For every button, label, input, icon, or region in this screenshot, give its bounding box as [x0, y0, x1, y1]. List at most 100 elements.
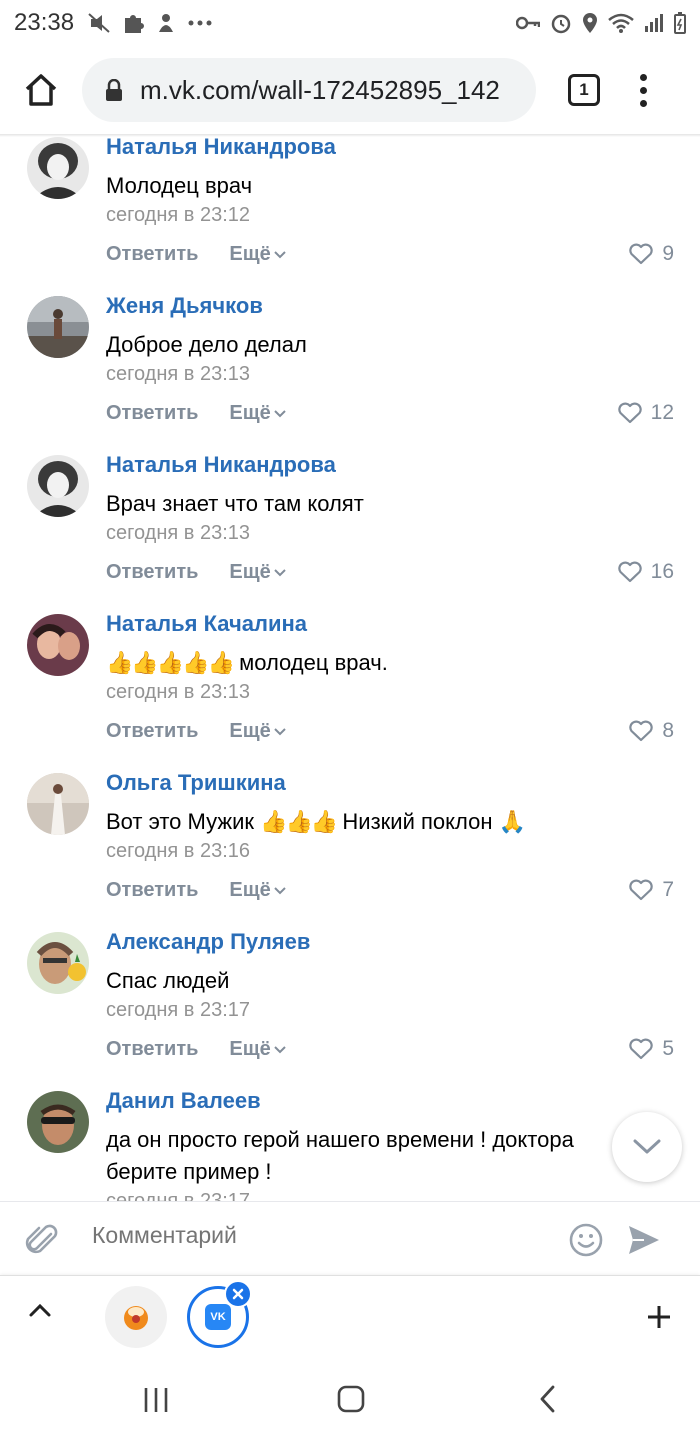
avatar[interactable] [27, 614, 89, 676]
app-notification-icon [159, 14, 174, 32]
like-count: 16 [650, 560, 674, 583]
more-label: Ещё [229, 879, 271, 901]
avatar[interactable] [27, 932, 89, 994]
more-button[interactable]: Ещё [229, 561, 286, 584]
comment-date[interactable]: сегодня в 23:13 [106, 681, 250, 704]
like-button[interactable]: 7 [628, 878, 674, 902]
chevron-up-icon[interactable] [28, 1302, 52, 1318]
chevron-down-icon [274, 409, 286, 417]
thumbs-up-emoji: 👍👍👍👍👍 [106, 651, 235, 676]
thumbs-up-emoji: 👍👍👍 [260, 810, 338, 835]
like-count: 7 [662, 878, 674, 901]
comment-item: Александр Пуляев Спас людей сегодня в 23… [0, 929, 700, 1091]
menu-dots-icon[interactable] [638, 73, 648, 107]
heart-icon [617, 402, 642, 424]
like-count: 12 [650, 401, 674, 424]
reply-button[interactable]: Ответить [106, 1038, 198, 1061]
comment-author[interactable]: Женя Дьячков [106, 293, 263, 319]
avatar[interactable] [27, 455, 89, 517]
signal-icon [645, 14, 663, 32]
pray-emoji: 🙏 [498, 810, 526, 835]
like-button[interactable]: 12 [617, 401, 674, 425]
battery-icon [674, 12, 686, 34]
comment-composer [0, 1201, 700, 1275]
comment-item: Ольга Тришкина Вот это Мужик 👍👍👍 Низкий … [0, 770, 700, 932]
more-button[interactable]: Ещё [229, 720, 286, 743]
comment-author[interactable]: Александр Пуляев [106, 929, 310, 955]
heart-icon [629, 720, 654, 742]
comment-input[interactable] [92, 1222, 532, 1249]
comment-text: да он просто герой нашего времени ! докт… [106, 1127, 574, 1184]
like-button[interactable]: 16 [617, 560, 674, 584]
comment-text: Спас людей [106, 968, 230, 993]
tab-thumbnail[interactable] [105, 1286, 167, 1348]
like-button[interactable]: 8 [628, 719, 674, 743]
smile-icon[interactable] [568, 1222, 604, 1258]
comment-date[interactable]: сегодня в 23:12 [106, 204, 250, 227]
comment-text-part: Вот это Мужик [106, 809, 254, 834]
avatar[interactable] [27, 137, 89, 199]
more-label: Ещё [229, 1038, 271, 1060]
comment-author[interactable]: Наталья Качалина [106, 611, 307, 637]
comment-text-part: Низкий поклон [342, 809, 493, 834]
send-icon[interactable] [626, 1222, 662, 1258]
avatar[interactable] [27, 296, 89, 358]
comment-date[interactable]: сегодня в 23:13 [106, 363, 250, 386]
close-tab-button[interactable] [224, 1280, 252, 1308]
chevron-down-icon [633, 1139, 661, 1154]
location-icon [583, 13, 597, 33]
comment-author[interactable]: Данил Валеев [106, 1088, 261, 1114]
avatar[interactable] [27, 773, 89, 835]
home-nav-icon[interactable] [337, 1385, 365, 1413]
url-text: m.vk.com/wall-172452895_142 [140, 74, 500, 105]
tab-switcher-button[interactable]: 1 [568, 74, 600, 106]
reply-button[interactable]: Ответить [106, 720, 198, 743]
comment-text: Вот это Мужик 👍👍👍 Низкий поклон 🙏 [106, 806, 616, 839]
home-icon [25, 74, 57, 106]
url-field[interactable]: m.vk.com/wall-172452895_142 [82, 58, 536, 122]
comment-date[interactable]: сегодня в 23:13 [106, 522, 250, 545]
back-icon[interactable] [538, 1385, 556, 1413]
puzzle-icon [125, 15, 145, 33]
alarm-icon [551, 14, 571, 34]
reply-button[interactable]: Ответить [106, 402, 198, 425]
comment-item: Данил Валеев да он просто герой нашего в… [0, 1088, 700, 1201]
plus-icon[interactable] [646, 1304, 672, 1330]
like-button[interactable]: 5 [628, 1037, 674, 1061]
comment-actions: Ответить Ещё [106, 879, 287, 902]
more-button[interactable]: Ещё [229, 402, 286, 425]
more-label: Ещё [229, 720, 271, 742]
chevron-down-icon [274, 568, 286, 576]
more-button[interactable]: Ещё [229, 1038, 286, 1061]
comment-author[interactable]: Ольга Тришкина [106, 770, 286, 796]
reply-button[interactable]: Ответить [106, 879, 198, 902]
lock-icon [106, 79, 122, 101]
vk-logo-icon: VK [205, 1304, 231, 1330]
more-button[interactable]: Ещё [229, 243, 286, 266]
paperclip-icon[interactable] [24, 1220, 60, 1260]
comment-author[interactable]: Наталья Никандрова [106, 452, 336, 478]
reply-button[interactable]: Ответить [106, 243, 198, 266]
key-icon [516, 16, 540, 30]
comment-date[interactable]: сегодня в 23:17 [106, 1190, 250, 1201]
scroll-down-button[interactable] [612, 1112, 682, 1182]
comment-author[interactable]: Наталья Никандрова [106, 137, 336, 160]
more-label: Ещё [229, 402, 271, 424]
heart-icon [629, 243, 654, 265]
more-button[interactable]: Ещё [229, 879, 286, 902]
more-label: Ещё [229, 243, 271, 265]
mute-icon [88, 13, 110, 33]
comment-date[interactable]: сегодня в 23:17 [106, 999, 250, 1022]
status-time: 23:38 [14, 9, 75, 36]
wifi-icon [608, 13, 634, 33]
comment-text-part: молодец врач. [239, 650, 388, 675]
recent-apps-icon[interactable] [143, 1387, 169, 1413]
home-button[interactable] [16, 65, 66, 115]
reply-button[interactable]: Ответить [106, 561, 198, 584]
like-count: 9 [662, 242, 674, 265]
heart-icon [629, 879, 654, 901]
android-nav-bar [0, 1359, 700, 1439]
comment-date[interactable]: сегодня в 23:16 [106, 840, 250, 863]
like-button[interactable]: 9 [628, 242, 674, 266]
avatar[interactable] [27, 1091, 89, 1153]
